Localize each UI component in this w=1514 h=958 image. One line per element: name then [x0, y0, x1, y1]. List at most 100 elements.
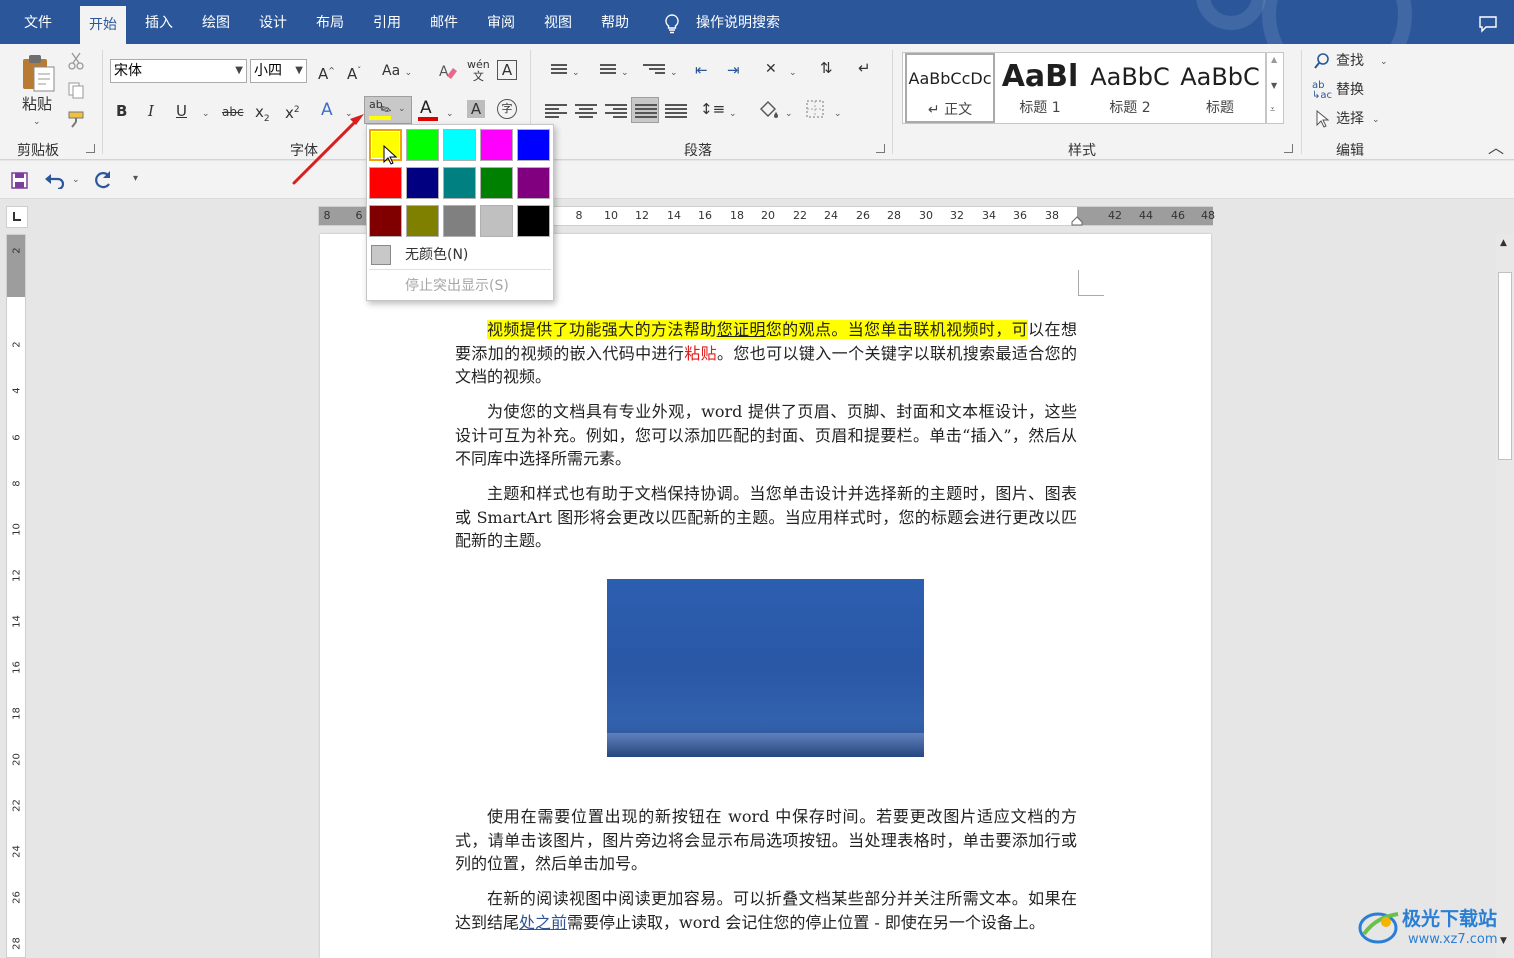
distributed-icon[interactable]: [665, 102, 687, 120]
styles-launcher-icon[interactable]: [1284, 144, 1293, 153]
paste-dropdown-chevron-icon[interactable]: ⌄: [33, 112, 41, 132]
no-color-menu-item[interactable]: 无颜色(N): [367, 241, 553, 269]
replace-button[interactable]: 替换: [1336, 80, 1364, 100]
font-color-dropdown-icon[interactable]: ⌄: [446, 104, 454, 124]
subscript-button[interactable]: x2: [255, 102, 270, 129]
clipboard-launcher-icon[interactable]: [86, 144, 95, 153]
paragraph-launcher-icon[interactable]: [876, 144, 885, 153]
paragraph-4[interactable]: 使用在需要位置出现的新按钮在 word 中保存时间。若要更改图片适应文档的方式，…: [455, 805, 1077, 876]
redo-icon[interactable]: [93, 170, 113, 190]
select-dropdown-icon[interactable]: ⌄: [1372, 110, 1380, 130]
multilevel-dropdown-icon[interactable]: ⌄: [670, 63, 678, 83]
tab-mailings[interactable]: 邮件: [422, 8, 466, 38]
tab-insert[interactable]: 插入: [137, 8, 181, 38]
document-image[interactable]: [607, 579, 924, 757]
scrollbar-thumb[interactable]: [1498, 272, 1512, 460]
collapse-ribbon-icon[interactable]: ︿: [1488, 138, 1504, 158]
numbering-icon[interactable]: [594, 62, 616, 80]
save-icon[interactable]: [11, 172, 28, 189]
color-swatch-gray-50[interactable]: [443, 205, 476, 237]
align-left-icon[interactable]: [545, 102, 567, 120]
style-heading-1[interactable]: AaBl 标题 1: [995, 53, 1085, 123]
italic-button[interactable]: I: [148, 101, 154, 121]
shading-icon[interactable]: [757, 99, 779, 119]
gallery-more-icon[interactable]: ⩡: [1270, 105, 1275, 115]
bold-button[interactable]: B: [116, 101, 127, 121]
phonetic-guide-icon[interactable]: wén 文: [467, 59, 490, 83]
copy-icon[interactable]: [67, 81, 85, 99]
grow-font-icon[interactable]: A^: [318, 61, 335, 84]
paste-icon[interactable]: [20, 52, 56, 92]
color-swatch-pink[interactable]: [480, 129, 513, 161]
strikethrough-button[interactable]: abc: [222, 102, 244, 122]
comments-icon[interactable]: [1478, 15, 1498, 33]
underline-dropdown-icon[interactable]: ⌄: [202, 104, 210, 124]
show-hide-marks-icon[interactable]: ↵: [858, 58, 871, 78]
paragraph-3[interactable]: 主题和样式也有助于文档保持协调。当您单击设计并选择新的主题时，图片、图表或 Sm…: [455, 482, 1077, 553]
font-size-combo[interactable]: 小四 ▼: [250, 59, 307, 83]
font-name-combo[interactable]: 宋体 ▼: [110, 59, 247, 83]
vertical-scrollbar[interactable]: ▲ ▼: [1496, 234, 1514, 958]
scroll-up-icon[interactable]: ▲: [1500, 238, 1507, 248]
right-indent-marker-icon[interactable]: [1071, 216, 1083, 226]
paragraph-1[interactable]: 视频提供了功能强大的方法帮助您证明您的观点。当您单击联机视频时，可以在想要添加的…: [455, 318, 1077, 389]
format-painter-icon[interactable]: [67, 110, 87, 128]
font-color-icon[interactable]: A: [420, 98, 432, 118]
gallery-down-icon[interactable]: ▼: [1271, 81, 1277, 90]
tab-layout[interactable]: 布局: [308, 8, 352, 38]
color-swatch-bright-green[interactable]: [406, 129, 439, 161]
paragraph-2[interactable]: 为使您的文档具有专业外观，word 提供了页眉、页脚、封面和文本框设计，这些设计…: [455, 400, 1077, 471]
chinese-layout-dropdown-icon[interactable]: ⌄: [789, 63, 797, 83]
color-swatch-violet[interactable]: [517, 167, 550, 199]
character-border-icon[interactable]: A: [497, 60, 517, 80]
align-center-icon[interactable]: [575, 102, 597, 120]
shrink-font-icon[interactable]: Aˇ: [347, 61, 361, 84]
decrease-indent-icon[interactable]: ⇤: [695, 60, 708, 80]
justify-button[interactable]: [631, 97, 659, 123]
paste-button-label[interactable]: 粘贴: [22, 94, 52, 114]
line-spacing-dropdown-icon[interactable]: ⌄: [729, 104, 737, 124]
color-swatch-green[interactable]: [480, 167, 513, 199]
tab-review[interactable]: 审阅: [479, 8, 523, 38]
style-title[interactable]: AaBbC 标题: [1175, 53, 1265, 123]
customize-qat-icon[interactable]: ▾: [133, 173, 138, 184]
numbering-dropdown-icon[interactable]: ⌄: [621, 63, 629, 83]
borders-icon[interactable]: [806, 100, 824, 118]
document-page[interactable]: 视频提供了功能强大的方法帮助您证明您的观点。当您单击联机视频时，可以在想要添加的…: [320, 234, 1211, 958]
tell-me-search[interactable]: 操作说明搜索: [688, 8, 788, 38]
color-swatch-gray-25[interactable]: [480, 205, 513, 237]
change-case-button[interactable]: Aa ⌄: [382, 61, 412, 83]
color-swatch-black[interactable]: [517, 205, 550, 237]
tab-help[interactable]: 帮助: [593, 8, 637, 38]
line-spacing-icon[interactable]: ↕≡: [700, 99, 725, 119]
align-right-icon[interactable]: [605, 102, 627, 120]
bullets-icon[interactable]: [545, 62, 567, 80]
clear-formatting-icon[interactable]: A: [438, 62, 458, 80]
underline-button[interactable]: U: [176, 101, 187, 121]
find-dropdown-icon[interactable]: ⌄: [1380, 52, 1388, 72]
text-highlight-color-button[interactable]: ab ✎ ⌄: [364, 96, 412, 124]
stop-highlight-menu-item[interactable]: 停止突出显示(S): [367, 272, 553, 300]
search-icon[interactable]: [1313, 52, 1331, 70]
style-heading-2[interactable]: AaBbC 标题 2: [1085, 53, 1175, 123]
enclose-characters-icon[interactable]: 字: [497, 99, 517, 119]
tab-draw[interactable]: 绘图: [194, 8, 238, 38]
vertical-ruler[interactable]: 2 2 4 6 8 10 12 14 16 18 20 22 24 26 28: [6, 234, 26, 958]
color-swatch-dark-blue[interactable]: [406, 167, 439, 199]
gallery-up-icon[interactable]: ▲: [1271, 55, 1277, 64]
color-swatch-dark-red[interactable]: [369, 205, 402, 237]
tab-selector[interactable]: [6, 206, 28, 228]
chinese-layout-icon[interactable]: ✕: [765, 59, 777, 79]
tab-file[interactable]: 文件: [16, 8, 60, 38]
undo-dropdown-icon[interactable]: ⌄: [72, 175, 80, 185]
undo-icon[interactable]: [44, 171, 66, 189]
color-swatch-blue[interactable]: [517, 129, 550, 161]
shading-dropdown-icon[interactable]: ⌄: [785, 104, 793, 124]
tab-home[interactable]: 开始: [80, 6, 126, 44]
paragraph-5[interactable]: 在新的阅读视图中阅读更加容易。可以折叠文档某些部分并关注所需文本。如果在达到结尾…: [455, 887, 1077, 934]
select-cursor-icon[interactable]: [1315, 110, 1329, 128]
find-button[interactable]: 查找: [1336, 51, 1364, 71]
color-swatch-red[interactable]: [369, 167, 402, 199]
select-button[interactable]: 选择: [1336, 109, 1364, 129]
borders-dropdown-icon[interactable]: ⌄: [834, 104, 842, 124]
